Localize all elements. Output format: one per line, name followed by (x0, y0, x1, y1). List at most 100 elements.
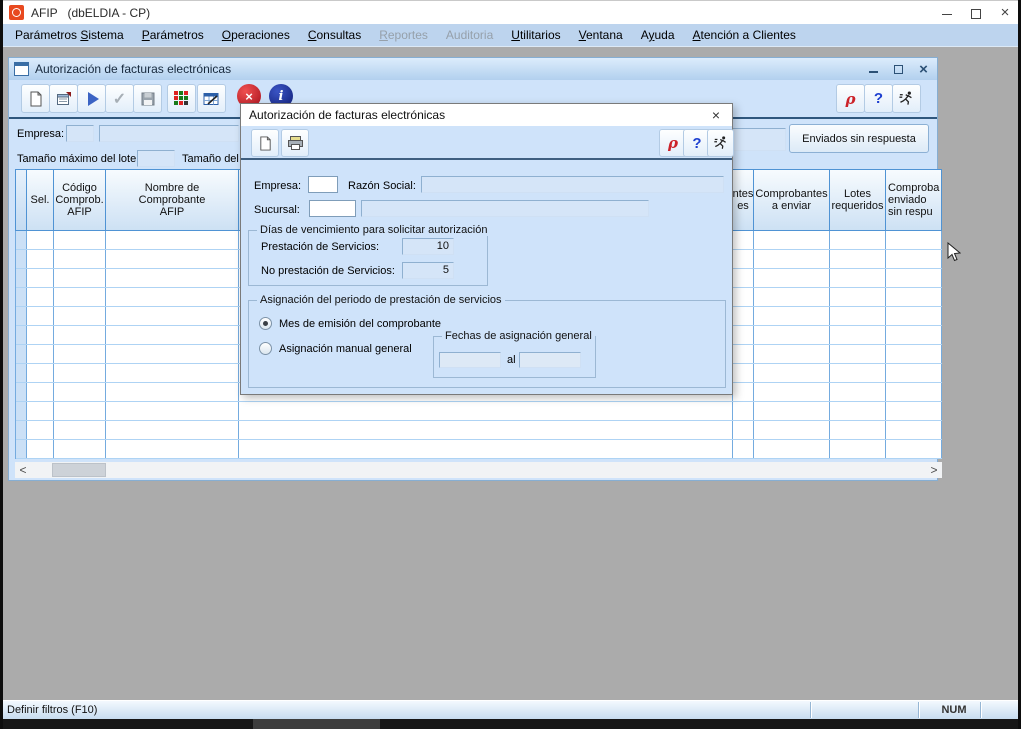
menu-item-ventana[interactable]: Ventana (570, 24, 632, 46)
column-header-8[interactable]: Comproba enviado sin respu (886, 170, 942, 230)
play-icon (88, 92, 99, 106)
column-header-7[interactable]: Lotes requeridos (830, 170, 886, 230)
menu-item-ayuda[interactable]: Ayuda (632, 24, 684, 46)
run-exit-button[interactable] (892, 84, 921, 113)
table-cell (106, 307, 239, 325)
table-cell (239, 440, 733, 458)
radio-asignacion-manual[interactable] (259, 342, 272, 355)
minimize-icon[interactable] (941, 7, 953, 19)
column-header-1[interactable]: Sel. (27, 170, 54, 230)
dialog-new-button[interactable] (251, 129, 279, 157)
table-cell (16, 231, 27, 249)
save-button[interactable] (133, 84, 162, 113)
scroll-right-icon[interactable]: > (926, 462, 942, 478)
table-cell (733, 288, 754, 306)
razon-social-label: Razón Social: (348, 180, 416, 192)
table-cell (106, 364, 239, 382)
menu-item-reportes: Reportes (370, 24, 437, 46)
menu-item-par-metros-sistema[interactable]: Parámetros Sistema (6, 24, 133, 46)
enviados-sin-respuesta-button[interactable]: Enviados sin respuesta (789, 124, 929, 153)
table-cell (754, 402, 830, 420)
radio-mes-emision[interactable] (259, 317, 272, 330)
table-cell (886, 364, 942, 382)
edit-properties-button[interactable] (49, 84, 78, 113)
table-row[interactable] (16, 402, 942, 421)
sucursal-name-field[interactable] (361, 200, 649, 217)
column-header-3[interactable]: Nombre de Comprobante AFIP (106, 170, 239, 230)
sucursal-label: Sucursal: (254, 204, 300, 216)
table-cell (106, 269, 239, 287)
dialog-print-button[interactable] (281, 129, 309, 157)
table-cell (16, 269, 27, 287)
column-header-5[interactable]: ntes es (733, 170, 754, 230)
child-restore-icon[interactable] (893, 64, 904, 75)
child-titlebar[interactable]: Autorización de facturas electrónicas × (9, 58, 937, 80)
menu-item-par-metros[interactable]: Parámetros (133, 24, 213, 46)
menu-item-auditoria: Auditoria (437, 24, 502, 46)
menu-item-atenci-n-a-clientes[interactable]: Atención a Clientes (684, 24, 805, 46)
table-cell (27, 269, 54, 287)
table-cell (106, 326, 239, 344)
new-document-icon (28, 91, 44, 107)
execute-button[interactable] (77, 84, 106, 113)
table-cell (106, 231, 239, 249)
no-prestacion-value-field[interactable]: 5 (402, 262, 454, 279)
vencimiento-group-title: Días de vencimiento para solicitar autor… (257, 224, 490, 236)
table-cell (830, 250, 886, 268)
prestacion-value-field[interactable]: 10 (402, 238, 454, 255)
statusbar-separator (980, 702, 981, 718)
scroll-left-icon[interactable]: < (15, 462, 31, 478)
enviados-button-label: Enviados sin respuesta (802, 133, 916, 145)
dialog-run-exit-button[interactable] (707, 129, 734, 157)
table-cell (830, 288, 886, 306)
dialog-empresa-field[interactable] (308, 176, 338, 193)
menu-item-utilitarios[interactable]: Utilitarios (502, 24, 569, 46)
help-button[interactable]: ? (864, 84, 893, 113)
child-close-icon[interactable]: × (918, 64, 929, 75)
table-cell (754, 383, 830, 401)
table-cell (16, 421, 27, 439)
lots-status-button[interactable] (167, 84, 196, 113)
close-icon[interactable]: × (999, 7, 1011, 19)
dialog-titlebar[interactable]: Autorización de facturas electrónicas × (241, 104, 732, 126)
table-cell (16, 250, 27, 268)
table-row[interactable] (16, 440, 942, 459)
grid-edit-button[interactable] (197, 84, 226, 113)
column-header-6[interactable]: Comprobantes a enviar (754, 170, 830, 230)
table-cell (754, 231, 830, 249)
table-cell (106, 383, 239, 401)
statusbar-separator (918, 702, 919, 718)
razon-social-field[interactable] (421, 176, 724, 193)
horizontal-scrollbar[interactable]: < > (15, 462, 942, 478)
table-cell (106, 345, 239, 363)
rho-exit-icon: ρ (668, 134, 678, 152)
scrollbar-thumb[interactable] (52, 463, 106, 477)
confirm-button[interactable]: ✓ (105, 84, 134, 113)
tamano-maximo-field[interactable] (137, 150, 175, 167)
table-cell (27, 250, 54, 268)
column-header-2[interactable]: Código Comprob. AFIP (54, 170, 106, 230)
table-cell (27, 288, 54, 306)
menu-item-consultas[interactable]: Consultas (299, 24, 370, 46)
exit-button[interactable]: ρ (836, 84, 865, 113)
sucursal-field[interactable] (309, 200, 356, 217)
application-window: AFIP (dbELDIA - CP) × Parámetros Sistema… (0, 0, 1021, 729)
child-minimize-icon[interactable] (868, 64, 879, 75)
table-cell (54, 326, 106, 344)
fecha-desde-field[interactable] (439, 352, 501, 368)
empresa-code-field[interactable] (66, 125, 94, 142)
maximize-icon[interactable] (970, 7, 982, 19)
fecha-hasta-field[interactable] (519, 352, 581, 368)
child-window-icon (14, 62, 29, 76)
table-cell (27, 383, 54, 401)
tamano-maximo-label: Tamaño máximo del lote: (17, 153, 139, 165)
dialog-close-icon[interactable]: × (708, 107, 724, 123)
new-button[interactable] (21, 84, 50, 113)
empresa-name-field[interactable] (99, 125, 239, 142)
menu-item-operaciones[interactable]: Operaciones (213, 24, 299, 46)
column-header-0[interactable] (16, 170, 27, 230)
table-cell (830, 364, 886, 382)
table-cell (27, 402, 54, 420)
table-cell (16, 440, 27, 458)
table-row[interactable] (16, 421, 942, 440)
